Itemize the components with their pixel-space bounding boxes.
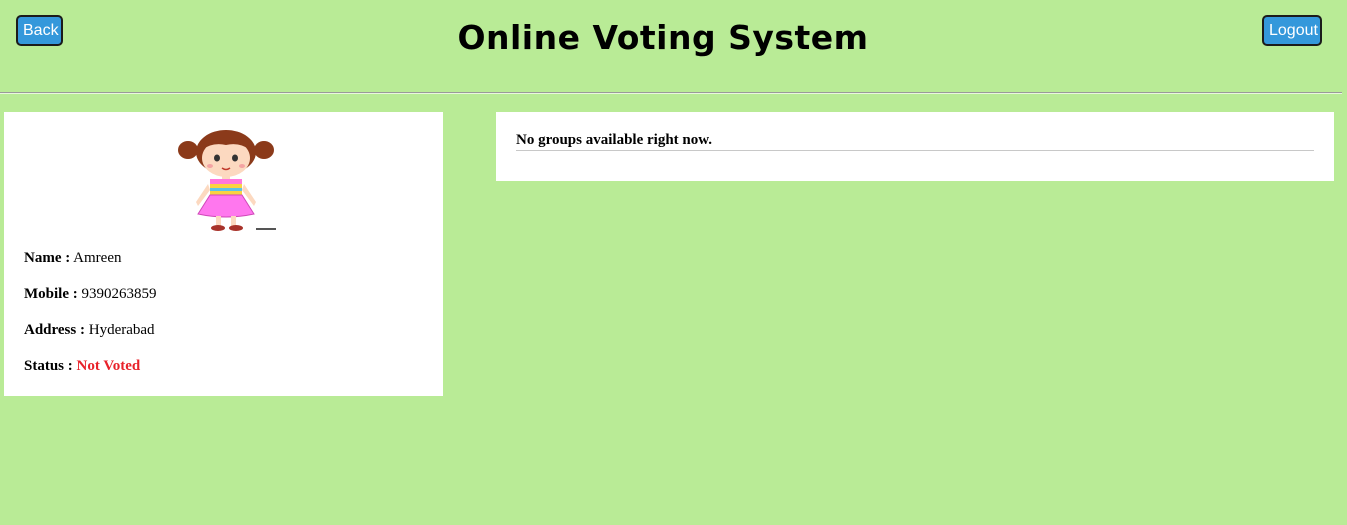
profile-card: Name : Amreen Mobile : 9390263859 Addres… [4, 112, 443, 396]
status-label: Status : [24, 358, 73, 374]
groups-panel: No groups available right now. [496, 112, 1334, 181]
profile-mobile-row: Mobile : 9390263859 [24, 286, 157, 303]
header: Back Online Voting System Logout [0, 0, 1347, 92]
mobile-value: 9390263859 [81, 286, 157, 302]
profile-name-row: Name : Amreen [24, 250, 121, 267]
mobile-label: Mobile : [24, 286, 78, 302]
girl-avatar-icon [178, 130, 276, 231]
name-label: Name : [24, 250, 71, 266]
header-divider [0, 92, 1342, 94]
groups-divider [516, 150, 1314, 151]
page-title: Online Voting System [457, 18, 869, 57]
address-label: Address : [24, 322, 85, 338]
profile-address-row: Address : Hyderabad [24, 322, 155, 339]
address-value: Hyderabad [88, 322, 155, 338]
name-value: Amreen [73, 250, 122, 266]
status-badge: Not Voted [76, 358, 141, 374]
profile-status-row: Status : Not Voted [24, 358, 140, 375]
logout-button[interactable]: Logout [1262, 15, 1322, 46]
no-groups-message: No groups available right now. [516, 132, 713, 148]
